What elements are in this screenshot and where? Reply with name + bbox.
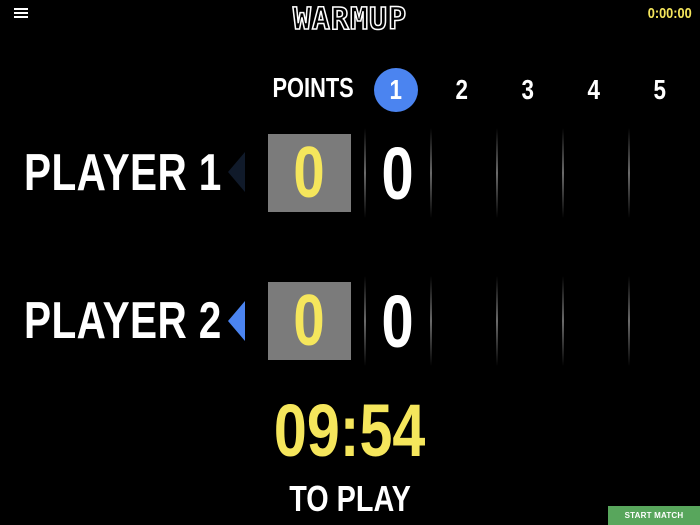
timer-label: TO PLAY: [289, 478, 411, 519]
player-2-serve-arrow-icon: [228, 301, 245, 341]
match-clock: 0:00:00: [648, 5, 692, 22]
column-divider: [496, 128, 498, 218]
column-divider: [562, 128, 564, 218]
countdown-timer: 09:54: [274, 389, 426, 472]
column-divider: [430, 128, 432, 218]
column-divider: [562, 276, 564, 366]
player-1-points-button[interactable]: 0: [268, 134, 351, 212]
game-tab-2[interactable]: 2: [440, 68, 484, 112]
game-tab-4[interactable]: 4: [572, 68, 616, 112]
column-divider: [628, 128, 630, 218]
column-divider: [496, 276, 498, 366]
start-match-button[interactable]: START MATCH: [608, 506, 700, 525]
column-divider: [364, 276, 366, 366]
column-divider: [628, 276, 630, 366]
player-2-game-1-score: 0: [381, 280, 415, 363]
player-2-points-button[interactable]: 0: [268, 282, 351, 360]
column-divider: [430, 276, 432, 366]
page-title: WARMUP: [292, 1, 408, 38]
game-tab-5[interactable]: 5: [638, 68, 682, 112]
points-column-label: POINTS: [272, 72, 354, 103]
game-tab-3[interactable]: 3: [506, 68, 550, 112]
player-2-name: PLAYER 2: [24, 292, 222, 350]
player-1-game-1-score: 0: [381, 132, 415, 215]
player-1-serve-arrow-icon: [228, 152, 245, 192]
player-1-name: PLAYER 1: [24, 144, 222, 202]
game-tab-1[interactable]: 1: [374, 68, 418, 112]
column-divider: [364, 128, 366, 218]
